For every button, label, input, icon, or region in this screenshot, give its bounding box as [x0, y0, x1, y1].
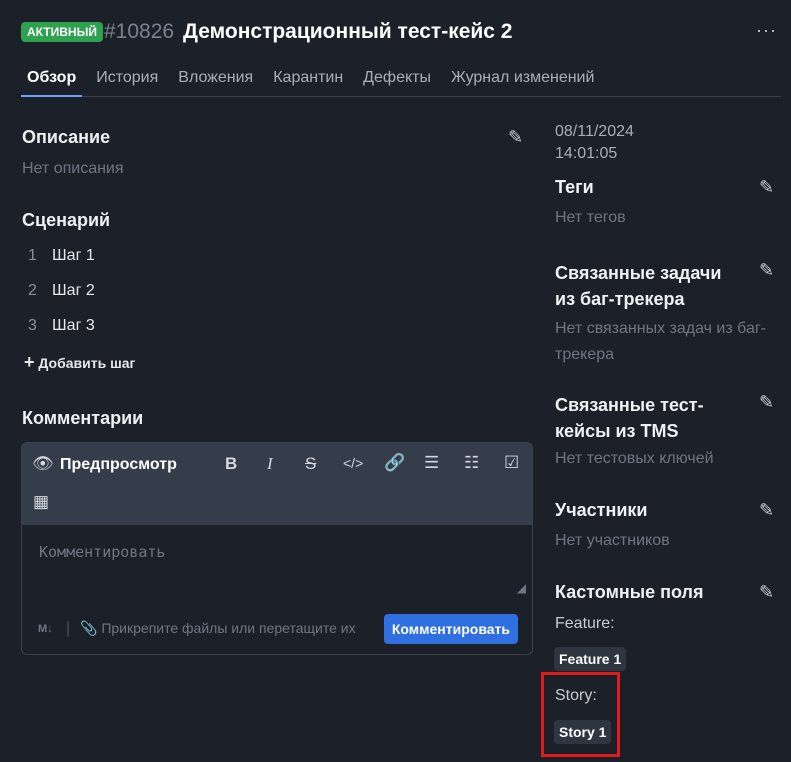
bold-icon[interactable]: B	[225, 454, 237, 474]
divider: |	[66, 620, 71, 637]
submit-comment-button[interactable]: Комментировать	[383, 614, 518, 644]
test-case-id: #10826	[104, 20, 175, 43]
edit-members-pencil-icon[interactable]: ✎	[759, 500, 774, 521]
tab-attachments[interactable]: Вложения	[172, 69, 259, 97]
comment-input[interactable]: Комментировать	[39, 543, 165, 561]
highlight-box	[541, 672, 620, 757]
markdown-icon: M↓	[38, 623, 53, 635]
checklist-icon[interactable]: ☑	[504, 453, 519, 473]
code-icon[interactable]: </>	[343, 455, 363, 471]
bullet-list-icon[interactable]: ☰	[424, 453, 439, 473]
tab-overview[interactable]: Обзор	[21, 69, 83, 97]
tags-heading: Теги	[555, 177, 594, 197]
tab-history[interactable]: История	[90, 69, 164, 97]
members-value: Нет участников	[555, 532, 670, 549]
attach-files[interactable]: 📎 Прикрепите файлы или перетащите их	[80, 620, 356, 637]
issues-heading: Связанные задачи из баг-трекера	[555, 263, 722, 309]
editor-toolbar: 👁 Предпросмотр B I S </> 🔗 ☰ ☷ ☑ ▦	[22, 443, 532, 525]
issues-value: Нет связанных задач из баг-трекера	[555, 320, 767, 363]
tab-changelog[interactable]: Журнал изменений	[445, 69, 600, 97]
members-heading: Участники	[555, 500, 648, 520]
tags-value: Нет тегов	[555, 209, 626, 226]
strikethrough-icon[interactable]: S	[305, 454, 316, 474]
tab-defects[interactable]: Дефекты	[357, 69, 437, 97]
description-value: Нет описания	[22, 160, 124, 177]
eye-icon[interactable]: 👁	[32, 454, 54, 474]
step-item[interactable]: 2 Шаг 2	[22, 282, 95, 300]
tms-value: Нет тестовых ключей	[555, 450, 714, 467]
numbered-list-icon[interactable]: ☷	[464, 453, 479, 473]
plus-icon: +	[24, 352, 35, 372]
link-icon[interactable]: 🔗	[384, 453, 405, 473]
step-item[interactable]: 3 Шаг 3	[22, 317, 95, 335]
resize-handle-icon[interactable]: ◢	[517, 581, 526, 595]
status-badge: АКТИВНЫЙ	[21, 22, 103, 42]
edit-tms-pencil-icon[interactable]: ✎	[759, 392, 774, 413]
add-step-button[interactable]: + Добавить шаг	[24, 352, 135, 373]
timestamp: 08/11/2024 14:01:05	[555, 123, 634, 162]
edit-issues-pencil-icon[interactable]: ✎	[759, 260, 774, 281]
paperclip-icon: 📎	[80, 620, 98, 636]
edit-custom-fields-pencil-icon[interactable]: ✎	[759, 582, 774, 603]
table-icon[interactable]: ▦	[33, 492, 49, 512]
tms-heading: Связанные тест-кейсы из TMS	[555, 395, 704, 441]
comments-heading: Комментарии	[22, 408, 144, 428]
feature-label: Feature:	[555, 615, 615, 632]
custom-fields-heading: Кастомные поля	[555, 582, 704, 602]
tab-quarantine[interactable]: Карантин	[267, 69, 349, 97]
scenario-heading: Сценарий	[22, 210, 111, 230]
feature-chip[interactable]: Feature 1	[554, 647, 627, 671]
preview-button[interactable]: Предпросмотр	[60, 456, 177, 474]
italic-icon[interactable]: I	[267, 454, 273, 474]
tab-bar: Обзор История Вложения Карантин Дефекты …	[21, 69, 781, 97]
edit-tags-pencil-icon[interactable]: ✎	[759, 177, 774, 198]
page-title: Демонстрационный тест-кейс 2	[183, 20, 513, 43]
description-heading: Описание	[22, 127, 111, 147]
step-item[interactable]: 1 Шаг 1	[22, 247, 95, 265]
comment-editor: 👁 Предпросмотр B I S </> 🔗 ☰ ☷ ☑ ▦ Комме…	[21, 442, 533, 655]
more-menu-button[interactable]: ···	[756, 20, 777, 41]
edit-description-pencil-icon[interactable]: ✎	[508, 127, 523, 148]
